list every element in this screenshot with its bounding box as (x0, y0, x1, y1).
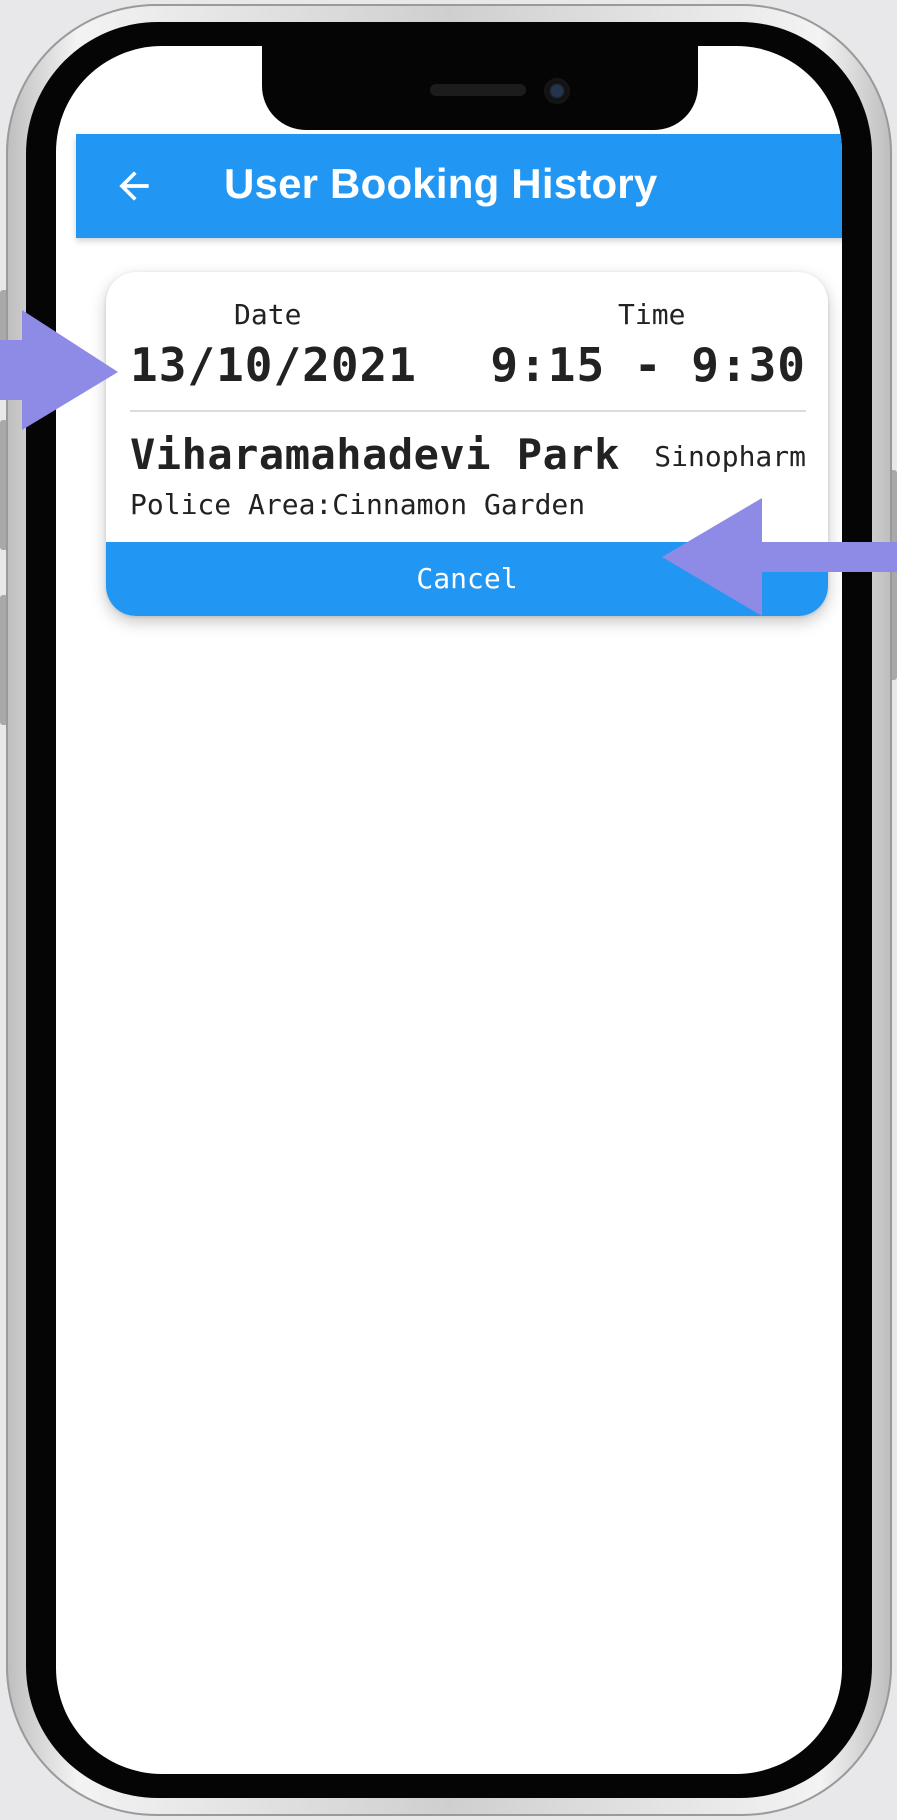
vaccine-name: Sinopharm (654, 440, 806, 473)
phone-bezel: User Booking History Date Time 13/10/202… (26, 22, 872, 1798)
notch (262, 46, 698, 130)
booking-date: 13/10/2021 (130, 338, 417, 392)
time-label: Time (618, 298, 686, 331)
app-bar: User Booking History (76, 134, 842, 238)
booking-location: Viharamahadevi Park (130, 430, 620, 479)
police-area: Police Area:Cinnamon Garden (130, 488, 586, 521)
phone-screen: User Booking History Date Time 13/10/202… (56, 46, 842, 1774)
date-label: Date (234, 298, 302, 331)
screenshot-stage: User Booking History Date Time 13/10/202… (0, 0, 897, 1820)
booking-time-slot: 9:15 - 9:30 (490, 338, 806, 392)
front-camera (544, 78, 570, 104)
arrow-back-icon[interactable] (112, 164, 156, 208)
page-title: User Booking History (224, 160, 658, 207)
phone-frame: User Booking History Date Time 13/10/202… (6, 4, 892, 1816)
card-divider (130, 410, 806, 412)
earpiece-speaker (430, 84, 526, 96)
annotation-arrow-right-icon (0, 310, 118, 430)
annotation-arrow-left-icon (662, 498, 897, 616)
